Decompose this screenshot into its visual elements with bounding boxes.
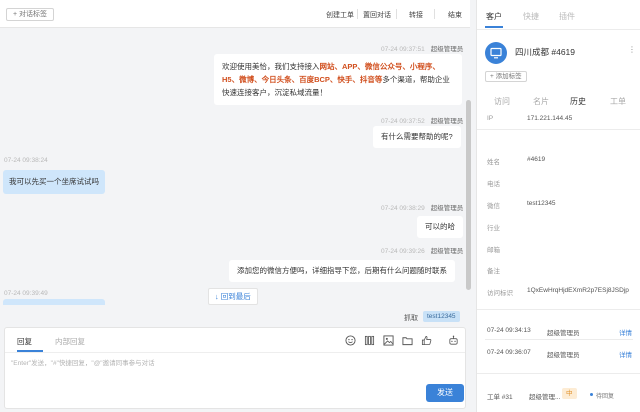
field-value-name[interactable]: #4619 <box>527 156 545 163</box>
message-text: 我可以先买一个坐席试试吗 <box>9 177 99 186</box>
field-label-name: 姓名 <box>487 159 500 166</box>
chat-scrollbar[interactable] <box>466 100 471 290</box>
field-value-wechat[interactable]: test12345 <box>527 200 556 207</box>
field-label-visitor-id: 访问标识 <box>487 290 513 297</box>
message-time: 07-24 09:39:26 <box>381 248 425 255</box>
message-meta: 07-24 09:37:52 超级管理员 <box>381 115 463 125</box>
divider <box>485 339 633 340</box>
history-agent: 超级管理员 <box>547 352 580 359</box>
field-label-wechat: 微信 <box>487 203 500 210</box>
message-list[interactable]: 07-24 09:37:51 超级管理员 欢迎使用美恰，我们支持接入网站、APP、… <box>0 29 470 325</box>
subtab-tickets[interactable]: 工单 <box>610 96 626 107</box>
message-text: 欢迎使用美恰，我们支持接入 <box>222 62 320 71</box>
agent-message-bubble: 欢迎使用美恰，我们支持接入网站、APP、微信公众号、小程序、H5、微博、今日头条… <box>214 54 462 105</box>
tab-customer[interactable]: 客户 <box>486 11 502 22</box>
folder-icon[interactable] <box>402 335 413 346</box>
field-label-industry: 行业 <box>487 225 500 232</box>
history-time: 07-24 09:36:07 <box>487 349 531 356</box>
divider <box>357 9 358 19</box>
tab-internal-reply[interactable]: 内部回复 <box>55 336 85 347</box>
message-time: 07-24 09:39:49 <box>4 290 48 297</box>
back-to-latest-label: 回到最后 <box>220 292 251 301</box>
end-conversation-button[interactable]: 结束 <box>448 10 462 20</box>
ticket-assignee: 超级管理... <box>529 394 561 401</box>
chat-area: + 对话标签 创建工单 置回对话 转接 结束 07-24 09:37:51 超级管… <box>0 0 471 412</box>
message-text: 添加您的微信方便吗，详细指导下您，后期有什么问题随时联系 <box>237 266 447 275</box>
message-meta: 07-24 09:38:24 <box>4 157 48 164</box>
tab-reply[interactable]: 回复 <box>17 336 32 347</box>
robot-icon[interactable] <box>448 335 459 346</box>
message-time: 07-24 09:37:52 <box>381 118 425 125</box>
divider <box>434 9 435 19</box>
history-detail-link[interactable]: 详情 <box>619 327 632 337</box>
message-time: 07-24 09:38:29 <box>381 205 425 212</box>
divider <box>477 29 640 30</box>
history-agent: 超级管理员 <box>547 330 580 337</box>
ticket-status: 待回复 <box>596 394 615 400</box>
message-meta: 07-24 09:39:49 <box>4 290 48 297</box>
customer-name: 四川成都 #4619 <box>515 47 575 57</box>
agent-message-bubble: 有什么需要帮助的呢? <box>373 126 461 148</box>
field-label-ip: IP <box>487 115 494 122</box>
divider <box>5 352 465 353</box>
tab-quick[interactable]: 快捷 <box>523 11 539 22</box>
thumbs-up-icon[interactable] <box>421 335 432 346</box>
status-dot-icon <box>590 393 593 396</box>
capture-label: 抓取 <box>404 315 418 322</box>
active-tab-indicator <box>485 26 503 28</box>
message-meta: 07-24 09:39:26 超级管理员 <box>381 245 463 255</box>
field-label-phone: 电话 <box>487 181 500 188</box>
customer-panel: 客户 快捷 插件 四川成都 #4619 ⋮ + 添加标签 访问 名片 历史 工单… <box>476 0 640 412</box>
divider <box>477 309 640 310</box>
subtab-history[interactable]: 历史 <box>570 96 586 107</box>
message-agent: 超级管理员 <box>430 118 464 125</box>
wechat-tag[interactable]: test12345 <box>423 311 460 322</box>
ticket-number[interactable]: 工单 #31 <box>487 391 513 401</box>
tab-plugins[interactable]: 插件 <box>559 11 575 22</box>
divider <box>477 373 640 374</box>
agent-message-bubble: 添加您的微信方便吗，详细指导下您，后期有什么问题随时联系 <box>229 260 455 282</box>
add-tag-button[interactable]: + 添加标签 <box>485 71 527 82</box>
field-label-email: 邮箱 <box>487 247 500 254</box>
field-label-notes: 备注 <box>487 268 500 275</box>
monitor-icon <box>485 42 507 64</box>
agent-message-bubble: 可以的哈 <box>417 216 463 238</box>
transfer-button[interactable]: 转接 <box>409 10 423 20</box>
create-ticket-button[interactable]: 创建工单 <box>326 10 354 20</box>
arrow-down-icon: ↓ <box>215 292 219 301</box>
subtab-card[interactable]: 名片 <box>533 96 549 107</box>
reply-input[interactable]: "Enter"发送，"#"快捷回复，"@"邀请同事参与对话 <box>11 357 155 367</box>
message-agent: 超级管理员 <box>430 205 464 212</box>
message-text: 可以的哈 <box>425 222 455 231</box>
send-button[interactable]: 发送 <box>426 384 464 402</box>
back-to-latest-button[interactable]: ↓ 回到最后 <box>208 288 258 305</box>
history-time: 07-24 09:34:13 <box>487 327 531 334</box>
message-meta: 07-24 09:37:51 超级管理员 <box>381 43 463 53</box>
return-conversation-button[interactable]: 置回对话 <box>363 10 391 20</box>
divider <box>396 9 397 19</box>
message-text: 有什么需要帮助的呢? <box>381 132 453 141</box>
emoji-icon[interactable] <box>345 335 356 346</box>
field-value-ip: 171.221.144.45 <box>527 115 573 122</box>
message-meta: 07-24 09:38:29 超级管理员 <box>381 202 463 212</box>
message-agent: 超级管理员 <box>430 248 464 255</box>
message-time: 07-24 09:38:24 <box>4 157 48 164</box>
customer-message-bubble: 我可以先买一个坐席试试吗 <box>3 170 105 194</box>
history-detail-link[interactable]: 详情 <box>619 349 632 359</box>
reply-composer: 回复 内部回复 "Enter"发送，"#"快捷回复，"@"邀请同事参与对话 发送 <box>4 327 466 409</box>
image-icon[interactable] <box>383 335 394 346</box>
field-value-visitor-id: 1QxEwHrqHjdEXmR2p7ESj8JSDjp <box>527 287 629 294</box>
customer-message-bubble <box>3 299 105 305</box>
divider <box>477 129 640 130</box>
more-options-icon[interactable]: ⋮ <box>628 45 636 54</box>
quick-reply-icon[interactable] <box>364 335 375 346</box>
message-agent: 超级管理员 <box>430 46 464 53</box>
chat-toolbar: + 对话标签 创建工单 置回对话 转接 结束 <box>0 0 470 28</box>
add-conversation-tag-button[interactable]: + 对话标签 <box>6 8 55 21</box>
subtab-visit[interactable]: 访问 <box>494 96 510 107</box>
ticket-priority-badge: 中 <box>562 388 577 399</box>
message-time: 07-24 09:37:51 <box>381 46 425 53</box>
